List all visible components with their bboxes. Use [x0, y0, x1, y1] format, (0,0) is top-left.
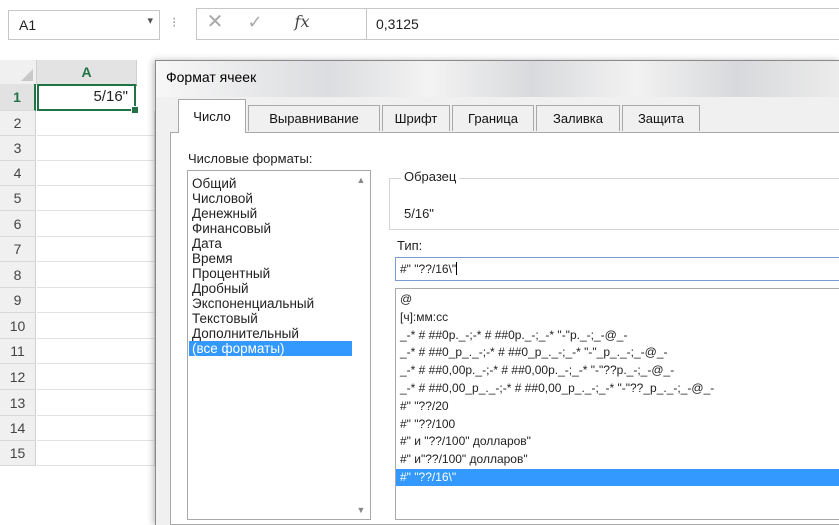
row-header-5[interactable]: 5	[0, 186, 36, 211]
category-item[interactable]: Числовой	[189, 191, 354, 206]
cell-a5[interactable]	[37, 186, 155, 211]
name-box[interactable]: A1 ▾	[8, 10, 160, 40]
row-header-2[interactable]: 2	[0, 111, 36, 136]
name-box-value: A1	[19, 17, 37, 33]
cell-a1[interactable]: 5/16"	[37, 84, 136, 111]
drag-handle-icon[interactable]: ⁝	[172, 14, 176, 31]
category-item[interactable]: Дробный	[189, 281, 354, 296]
row-header-8[interactable]: 8	[0, 262, 36, 288]
category-item[interactable]: Время	[189, 251, 354, 266]
tab-border[interactable]: Граница	[452, 105, 534, 131]
format-code-list[interactable]: @ [ч]:мм:сс _-* # ##0р._-;-* # ##0р._-;_-*…	[395, 288, 839, 520]
category-item[interactable]: Процентный	[189, 266, 354, 281]
formula-input[interactable]: 0,3125	[366, 8, 839, 40]
format-code-item[interactable]: [ч]:мм:сс	[396, 309, 839, 326]
row-header-10[interactable]: 10	[0, 313, 36, 339]
row-header-4[interactable]: 4	[0, 161, 36, 186]
enter-icon[interactable]: ✓	[243, 8, 267, 36]
format-code-item[interactable]: _-* # ##0_р_._-;-* # ##0_р_._-;_-* "-"_р…	[396, 344, 839, 361]
row-header-11[interactable]: 11	[0, 339, 36, 364]
category-item[interactable]: Денежный	[189, 206, 354, 221]
format-cells-dialog: Формат ячеек Число Выравнивание Шрифт Гр…	[155, 60, 839, 525]
format-code-item[interactable]: _-* # ##0,00_р_._-;-* # ##0,00_р_._-;_-*…	[396, 380, 839, 397]
tab-alignment[interactable]: Выравнивание	[248, 105, 380, 131]
fill-handle[interactable]	[131, 106, 139, 114]
select-all-corner[interactable]	[0, 60, 37, 85]
cell-a2[interactable]	[37, 111, 155, 136]
row-header-13[interactable]: 13	[0, 390, 36, 416]
category-scrollbar[interactable]: ▲ ▼	[352, 171, 370, 519]
tab-fill[interactable]: Заливка	[536, 105, 620, 131]
tab-protection[interactable]: Защита	[622, 105, 700, 131]
row-header-6[interactable]: 6	[0, 211, 36, 237]
cell-a6[interactable]	[37, 211, 155, 237]
cell-a15[interactable]	[37, 441, 155, 466]
sample-label: Образец	[401, 169, 460, 184]
category-list[interactable]: Общий Числовой Денежный Финансовый Дата Время…	[187, 170, 371, 520]
dialog-title: Формат ячеек	[166, 69, 257, 85]
cell-a3[interactable]	[37, 136, 155, 161]
format-code-item[interactable]: #" и"??/100" долларов"	[396, 451, 839, 468]
select-all-icon	[21, 69, 33, 81]
format-code-item[interactable]: _-* # ##0,00р._-;-* # ##0,00р._-;_-* "-"…	[396, 362, 839, 379]
row-header-9[interactable]: 9	[0, 288, 36, 313]
format-code-item[interactable]: #" и "??/100" долларов"	[396, 433, 839, 450]
cell-a12[interactable]	[37, 364, 155, 390]
type-input-value: #" "??/16\"	[400, 262, 457, 276]
column-header-a[interactable]: A	[37, 60, 137, 86]
format-code-item[interactable]: @	[396, 291, 839, 308]
chevron-down-icon[interactable]: ▾	[147, 14, 153, 27]
dialog-titlebar[interactable]: Формат ячеек	[156, 61, 839, 97]
scroll-up-icon[interactable]: ▲	[352, 175, 370, 185]
cell-a13[interactable]	[37, 390, 155, 416]
cell-a14[interactable]	[37, 416, 155, 441]
category-item[interactable]: Финансовый	[189, 221, 354, 236]
cell-a11[interactable]	[37, 339, 155, 364]
number-formats-label: Числовые форматы:	[188, 151, 313, 166]
format-code-item[interactable]: #" "??/20	[396, 398, 839, 415]
row-header-3[interactable]: 3	[0, 136, 36, 161]
format-code-item[interactable]: _-* # ##0р._-;-* # ##0р._-;_-* "-"р._-;_…	[396, 327, 839, 344]
cell-a8[interactable]	[37, 262, 155, 288]
category-item[interactable]: Дата	[189, 236, 354, 251]
category-item[interactable]: Текстовый	[189, 311, 354, 326]
category-item[interactable]: (все форматы)	[189, 341, 354, 356]
category-item[interactable]: Общий	[189, 176, 354, 191]
row-header-12[interactable]: 12	[0, 364, 36, 390]
row-header-7[interactable]: 7	[0, 237, 36, 262]
category-item[interactable]: Экспоненциальный	[189, 296, 354, 311]
tab-font[interactable]: Шрифт	[382, 105, 450, 131]
sample-value: 5/16"	[404, 206, 434, 221]
format-code-item[interactable]: #" "??/16\"	[396, 469, 839, 486]
tab-number[interactable]: Число	[178, 99, 246, 133]
sample-group	[389, 178, 839, 230]
formula-bar: A1 ▾ ⁝ ✕ ✓ fx 0,3125	[0, 0, 839, 61]
cell-a7[interactable]	[37, 237, 155, 262]
row-header-15[interactable]: 15	[0, 441, 36, 466]
cancel-icon[interactable]: ✕	[203, 8, 227, 36]
formula-value: 0,3125	[376, 16, 419, 32]
type-input[interactable]: #" "??/16\"	[395, 257, 839, 281]
row-header-14[interactable]: 14	[0, 416, 36, 441]
scroll-down-icon[interactable]: ▼	[352, 505, 370, 515]
text-caret	[456, 262, 458, 275]
insert-function-icon[interactable]: fx	[287, 8, 317, 36]
cell-a9[interactable]	[37, 288, 155, 313]
type-label: Тип:	[397, 238, 423, 253]
format-code-item[interactable]: #" "??/100	[396, 416, 839, 433]
cell-a10[interactable]	[37, 313, 155, 339]
category-item[interactable]: Дополнительный	[189, 326, 354, 341]
row-header-1[interactable]: 1	[0, 84, 36, 111]
cell-a4[interactable]	[37, 161, 155, 186]
